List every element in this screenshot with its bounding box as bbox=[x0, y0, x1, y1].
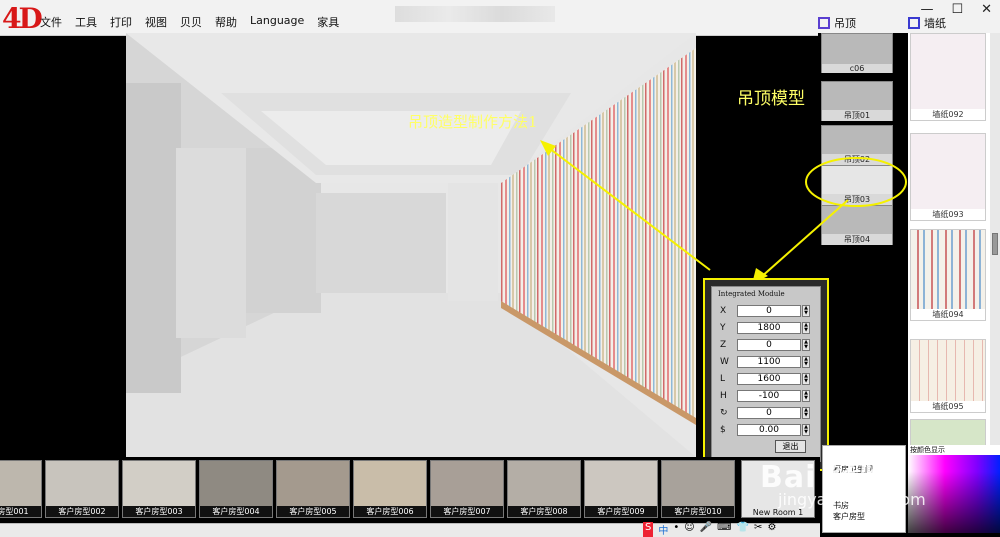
list-item[interactable]: 客户房型 bbox=[823, 511, 905, 522]
field-label: Y bbox=[720, 323, 726, 333]
arrow-to-panel bbox=[759, 199, 849, 279]
field-label: H bbox=[720, 391, 727, 401]
spinner-icon[interactable]: ▲ ▼ bbox=[802, 305, 810, 317]
annotation-model-label: 吊顶模型 bbox=[737, 89, 805, 109]
field-rotation: ↻ 0 ▲ ▼ bbox=[720, 407, 816, 419]
room-thumbnail[interactable]: 客户房型005 bbox=[276, 460, 350, 518]
ime-toolbar: S 中 • ☺ 🎤 ⌨ 👕 ✂ ⚙ bbox=[643, 522, 776, 537]
skin-icon[interactable]: 👕 bbox=[737, 522, 749, 537]
room-name: 客户房型003 bbox=[123, 506, 195, 517]
spinner-icon[interactable]: ▲ ▼ bbox=[802, 424, 810, 436]
field-h: H -100 ▲ ▼ bbox=[720, 390, 816, 402]
arrow-to-title bbox=[544, 144, 711, 271]
room-thumbnail[interactable]: 客户房型009 bbox=[584, 460, 658, 518]
room-name: 客户房型008 bbox=[508, 506, 580, 517]
room-name: 客户房型002 bbox=[46, 506, 118, 517]
room-name: 客户房型005 bbox=[277, 506, 349, 517]
color-palette[interactable] bbox=[908, 445, 1000, 533]
room-name: 客户房型004 bbox=[200, 506, 272, 517]
room-thumbnail[interactable]: 客户房型008 bbox=[507, 460, 581, 518]
spinner-icon[interactable]: ▲ ▼ bbox=[802, 373, 810, 385]
settings-icon[interactable]: ⚙ bbox=[767, 522, 776, 537]
field-y-input[interactable]: 1800 bbox=[737, 322, 801, 334]
spinner-icon[interactable]: ▲ ▼ bbox=[802, 322, 810, 334]
field-label: X bbox=[720, 306, 727, 316]
room-thumbnail[interactable]: 客户房型004 bbox=[199, 460, 273, 518]
spinner-icon[interactable]: ▲ ▼ bbox=[802, 390, 810, 402]
field-label: Z bbox=[720, 340, 727, 350]
field-x: X 0 ▲ ▼ bbox=[720, 305, 816, 317]
field-rotation-input[interactable]: 0 bbox=[737, 407, 801, 419]
room-thumbnail[interactable]: 客户房型006 bbox=[353, 460, 427, 518]
highlight-ellipse bbox=[805, 157, 907, 207]
rotate-icon: ↻ bbox=[720, 408, 728, 418]
keyboard-icon[interactable]: ⌨ bbox=[717, 522, 731, 537]
baidu-watermark-url: jingyan.baidu.com bbox=[778, 490, 926, 509]
room-name: 客户房型007 bbox=[431, 506, 503, 517]
spinner-icon[interactable]: ▲ ▼ bbox=[802, 356, 810, 368]
room-thumbnail[interactable]: 客户房型001 bbox=[0, 460, 42, 518]
field-y: Y 1800 ▲ ▼ bbox=[720, 322, 816, 334]
emoji-icon[interactable]: ☺ bbox=[684, 522, 694, 537]
punctuation-icon[interactable]: • bbox=[673, 522, 679, 537]
ime-mode-icon[interactable]: 中 bbox=[658, 522, 668, 537]
field-l-input[interactable]: 1600 bbox=[737, 373, 801, 385]
room-thumbnail[interactable]: 客户房型003 bbox=[122, 460, 196, 518]
room-thumbnail[interactable]: 客户房型010 bbox=[661, 460, 735, 518]
annotation-title: 吊顶造型制作方法1 bbox=[408, 113, 538, 131]
room-name: New Room 1 bbox=[742, 508, 814, 517]
field-h-input[interactable]: -100 bbox=[737, 390, 801, 402]
palette-header: 按颜色显示 bbox=[908, 445, 1000, 455]
field-z-input[interactable]: 0 bbox=[737, 339, 801, 351]
room-name: 客户房型009 bbox=[585, 506, 657, 517]
spinner-icon[interactable]: ▲ ▼ bbox=[802, 407, 810, 419]
room-name: 客户房型006 bbox=[354, 506, 426, 517]
field-price: $0.00 ▲ ▼ bbox=[720, 424, 816, 436]
room-thumbnail[interactable]: 客户房型007 bbox=[430, 460, 504, 518]
room-name: 客户房型010 bbox=[662, 506, 734, 517]
room-thumbnail-strip: 客户房型001 客户房型002 客户房型003 客户房型004 客户房型005 … bbox=[0, 457, 820, 523]
field-z: Z 0 ▲ ▼ bbox=[720, 339, 816, 351]
field-label: L bbox=[720, 374, 726, 384]
mic-icon[interactable]: 🎤 bbox=[700, 522, 712, 537]
integrated-module-panel: Integrated Module X 0 ▲ ▼ Y 1800 ▲ ▼ Z 0 ▲ ▼ W 110… bbox=[703, 278, 829, 471]
field-x-input[interactable]: 0 bbox=[737, 305, 801, 317]
scissors-icon[interactable]: ✂ bbox=[754, 522, 762, 537]
field-label: W bbox=[720, 357, 729, 367]
price-icon: $ bbox=[720, 425, 726, 435]
field-w: W 1100 ▲ ▼ bbox=[720, 356, 816, 368]
field-l: L 1600 ▲ ▼ bbox=[720, 373, 816, 385]
field-price-input[interactable]: 0.00 bbox=[737, 424, 801, 436]
module-title: Integrated Module bbox=[718, 290, 785, 298]
sogou-icon[interactable]: S bbox=[643, 522, 654, 537]
room-name: 客户房型001 bbox=[0, 506, 41, 517]
field-w-input[interactable]: 1100 bbox=[737, 356, 801, 368]
spinner-icon[interactable]: ▲ ▼ bbox=[802, 339, 810, 351]
module-inner: Integrated Module X 0 ▲ ▼ Y 1800 ▲ ▼ Z 0 ▲ ▼ W 110… bbox=[711, 286, 821, 462]
room-thumbnail[interactable]: 客户房型002 bbox=[45, 460, 119, 518]
arrow-head-title bbox=[540, 140, 556, 156]
